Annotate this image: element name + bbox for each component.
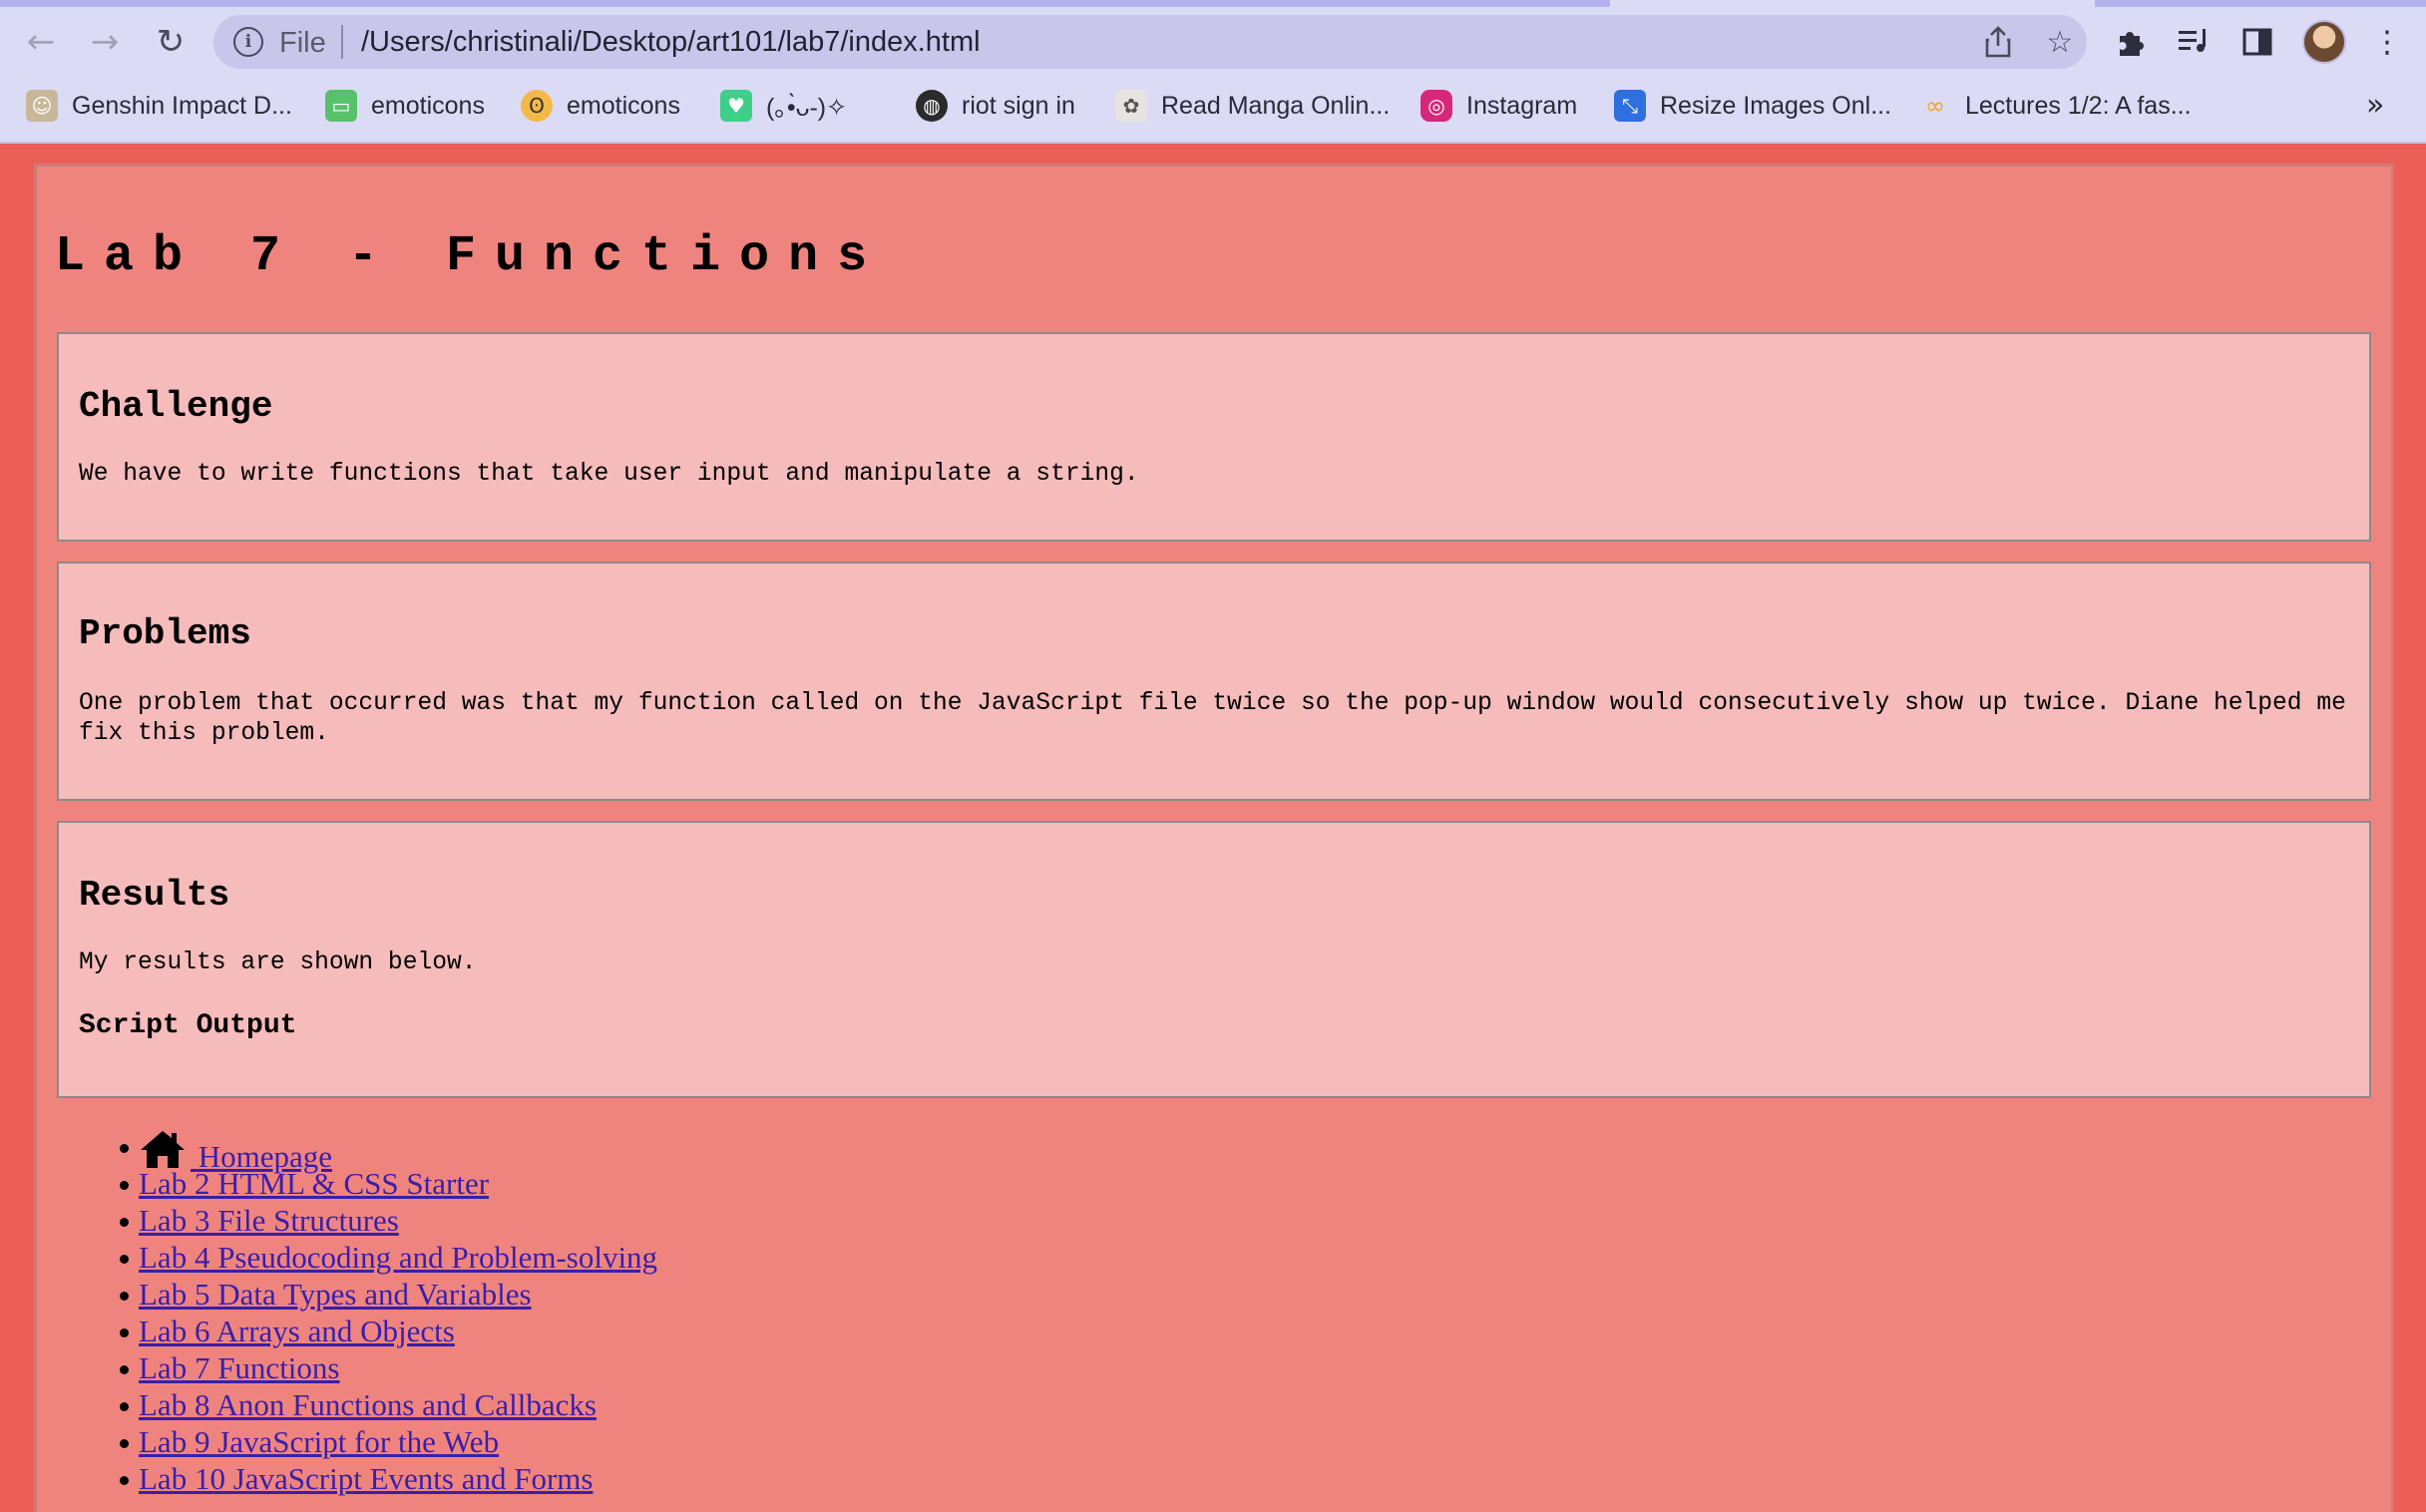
script-output-heading: Script Output xyxy=(79,1010,297,1041)
globe-icon: ◍ xyxy=(916,90,948,122)
resize-icon: ⤡ xyxy=(1614,90,1646,122)
lab-nav-list: Homepage Lab 2 HTML & CSS Starter Lab 3 … xyxy=(119,1128,657,1497)
bookmark-label: Read Manga Onlin... xyxy=(1161,91,1391,120)
lab-9-link[interactable]: Lab 9 JavaScript for the Web xyxy=(139,1424,499,1459)
bookmark-label: Lectures 1/2: A fas... xyxy=(1965,91,2192,120)
heart-icon: ♥ xyxy=(720,90,752,122)
browser-toolbar: ← → ↻ i File /Users/christinali/Desktop/… xyxy=(0,7,2426,77)
bookmark-instagram[interactable]: ◎ Instagram xyxy=(1420,88,1577,124)
url-text[interactable]: /Users/christinali/Desktop/art101/lab7/i… xyxy=(361,26,981,59)
scheme-label: File xyxy=(279,27,326,59)
page-viewport: Lab 7 - Functions Challenge We have to w… xyxy=(0,144,2426,1512)
star-icon[interactable]: ☆ xyxy=(2039,21,2081,63)
bookmark-label: emoticons xyxy=(371,91,485,120)
bookmark-emoticons-1[interactable]: ▭ emoticons xyxy=(325,88,485,124)
face-icon: ʘ xyxy=(521,90,553,122)
manga-icon: ✿ xyxy=(1115,90,1147,122)
bookmark-genshin[interactable]: ☺ Genshin Impact D... xyxy=(26,88,292,124)
list-item: Lab 7 Functions xyxy=(119,1349,657,1386)
tab-edge[interactable] xyxy=(2095,0,2426,7)
page-title: Lab 7 - Functions xyxy=(55,228,887,285)
lab-2-link[interactable]: Lab 2 HTML & CSS Starter xyxy=(139,1166,489,1201)
reload-icon[interactable]: ↻ xyxy=(146,17,196,67)
browser-chrome: ← → ↻ i File /Users/christinali/Desktop/… xyxy=(0,0,2426,144)
list-item: Homepage xyxy=(119,1128,657,1174)
problems-section: Problems One problem that occurred was t… xyxy=(57,562,2371,801)
bookmark-riot[interactable]: ◍ riot sign in xyxy=(916,88,1075,124)
results-section: Results My results are shown below. Scri… xyxy=(57,821,2371,1098)
puzzle-icon[interactable] xyxy=(2107,19,2153,65)
profile-avatar[interactable] xyxy=(2302,20,2346,64)
section-text: My results are shown below. xyxy=(79,949,477,976)
chat-icon: ▭ xyxy=(325,90,357,122)
section-text: We have to write functions that take use… xyxy=(79,461,1139,488)
bookmark-resize-images[interactable]: ⤡ Resize Images Onl... xyxy=(1614,88,1891,124)
bookmark-label: riot sign in xyxy=(962,91,1075,120)
instagram-icon: ◎ xyxy=(1420,90,1452,122)
bookmark-lectures[interactable]: ∞ Lectures 1/2: A fas... xyxy=(1919,88,2192,124)
section-heading: Challenge xyxy=(79,386,273,427)
lab-6-link[interactable]: Lab 6 Arrays and Objects xyxy=(139,1314,455,1348)
bookmark-label: emoticons xyxy=(567,91,680,120)
section-heading: Problems xyxy=(79,613,251,654)
kebab-menu-icon[interactable]: ⋮ xyxy=(2364,19,2410,65)
address-bar[interactable]: i File /Users/christinali/Desktop/art101… xyxy=(213,15,2087,69)
media-queue-icon[interactable] xyxy=(2171,19,2217,65)
back-arrow-icon[interactable]: ← xyxy=(16,17,66,67)
omnibox-divider xyxy=(341,25,343,59)
bookmark-label: Instagram xyxy=(1466,91,1578,120)
bookmarks-overflow-button[interactable]: » xyxy=(2366,88,2384,123)
bookmark-manga[interactable]: ✿ Read Manga Onlin... xyxy=(1115,88,1390,124)
bookmark-emoticons-2[interactable]: ʘ emoticons xyxy=(521,88,680,124)
bookmark-label: Genshin Impact D... xyxy=(72,91,292,120)
list-item: Lab 6 Arrays and Objects xyxy=(119,1313,657,1349)
bookmarks-bar: ☺ Genshin Impact D... ▭ emoticons ʘ emot… xyxy=(0,80,2426,132)
page-container: Lab 7 - Functions Challenge We have to w… xyxy=(34,164,2394,1512)
lab-7-link[interactable]: Lab 7 Functions xyxy=(139,1350,340,1385)
section-heading: Results xyxy=(79,875,230,916)
section-text: One problem that occurred was that my fu… xyxy=(79,690,2346,747)
side-panel-icon[interactable] xyxy=(2234,19,2280,65)
share-icon[interactable] xyxy=(1977,21,2019,63)
genshin-icon: ☺ xyxy=(26,90,58,122)
bookmark-label: Resize Images Onl... xyxy=(1660,91,1892,120)
info-icon[interactable]: i xyxy=(233,27,263,57)
lab-10-link[interactable]: Lab 10 JavaScript Events and Forms xyxy=(139,1461,593,1496)
list-item: Lab 2 HTML & CSS Starter xyxy=(119,1165,657,1202)
lab-3-link[interactable]: Lab 3 File Structures xyxy=(139,1203,399,1238)
forward-arrow-icon[interactable]: → xyxy=(80,17,130,67)
list-item: Lab 9 JavaScript for the Web xyxy=(119,1423,657,1460)
list-item: Lab 3 File Structures xyxy=(119,1202,657,1239)
lab-4-link[interactable]: Lab 4 Pseudocoding and Problem-solving xyxy=(139,1240,657,1275)
lab-8-link[interactable]: Lab 8 Anon Functions and Callbacks xyxy=(139,1387,597,1422)
bookmark-label: (｡•̀ᴗ-)✧ xyxy=(766,94,848,122)
list-item: Lab 10 JavaScript Events and Forms xyxy=(119,1460,657,1497)
home-icon xyxy=(141,1131,185,1168)
active-tab-edge[interactable] xyxy=(0,0,1610,7)
list-item: Lab 5 Data Types and Variables xyxy=(119,1276,657,1313)
list-item: Lab 8 Anon Functions and Callbacks xyxy=(119,1386,657,1423)
lab-5-link[interactable]: Lab 5 Data Types and Variables xyxy=(139,1277,532,1312)
bookmark-kaomoji[interactable]: ♥ (｡•̀ᴗ-)✧ xyxy=(720,88,847,124)
challenge-section: Challenge We have to write functions tha… xyxy=(57,332,2371,542)
coursera-icon: ∞ xyxy=(1925,92,1945,120)
list-item: Lab 4 Pseudocoding and Problem-solving xyxy=(119,1239,657,1276)
